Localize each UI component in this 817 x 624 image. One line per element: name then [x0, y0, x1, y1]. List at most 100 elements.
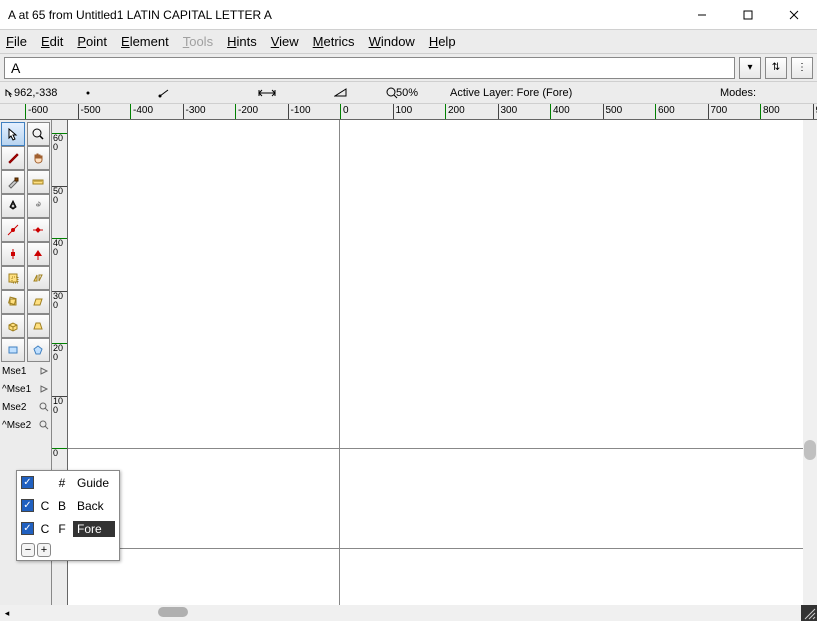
corner-point-tool[interactable]	[1, 242, 25, 266]
knife-tool[interactable]	[1, 170, 25, 194]
ruler-h-tick: -100	[291, 105, 311, 116]
hand-tool[interactable]	[27, 146, 51, 170]
glyph-updown-button[interactable]: ⇅	[765, 57, 787, 79]
layer-cubic-label: C	[39, 499, 51, 513]
spiro-tool[interactable]	[27, 194, 51, 218]
layer-name[interactable]: Back	[73, 498, 115, 514]
add-layer-button[interactable]: +	[37, 543, 51, 557]
scrollbar-h-thumb[interactable]	[158, 607, 188, 617]
ruler-h-tick: 600	[658, 105, 675, 116]
menu-file[interactable]: File	[6, 34, 27, 49]
maximize-button[interactable]	[725, 0, 771, 29]
layer-visible-checkbox[interactable]: ✓	[21, 499, 34, 512]
remove-layer-button[interactable]: −	[21, 543, 35, 557]
polygon-tool[interactable]	[27, 338, 51, 362]
layer-type-label: B	[56, 499, 68, 513]
menu-window[interactable]: Window	[369, 34, 415, 49]
mouse-binding-2[interactable]: Mse2	[0, 398, 51, 416]
active-layer-label: Active Layer: Fore (Fore)	[450, 87, 572, 99]
ruler-tool[interactable]	[27, 170, 51, 194]
resize-grip[interactable]	[801, 605, 817, 621]
ruler-horizontal: -600-500-400-300-200-1000100200300400500…	[0, 104, 817, 120]
angle-icon	[158, 88, 170, 98]
ruler-h-tick: 800	[763, 105, 780, 116]
scale-tool[interactable]	[1, 266, 25, 290]
menu-element[interactable]: Element	[121, 34, 169, 49]
menu-tools: Tools	[183, 34, 213, 49]
ruler-h-tick: -400	[133, 105, 153, 116]
menu-edit[interactable]: Edit	[41, 34, 63, 49]
menu-point[interactable]: Point	[77, 34, 107, 49]
glyph-canvas[interactable]	[68, 120, 817, 605]
modes-label: Modes:	[720, 87, 756, 99]
ruler-h-tick: 100	[396, 105, 413, 116]
ruler-h-tick: 0	[343, 105, 349, 116]
tangent-point-tool[interactable]	[27, 242, 51, 266]
scroll-left-arrow[interactable]: ◂	[0, 606, 14, 620]
glyph-name-row: ▾ ⇅ ⋮	[0, 54, 817, 82]
ruler-h-tick: 500	[606, 105, 623, 116]
ruler-h-tick: -500	[81, 105, 101, 116]
zoom-label: 50%	[396, 87, 418, 99]
rotate-tool[interactable]	[1, 290, 25, 314]
ruler-h-tick: 700	[711, 105, 728, 116]
ruler-h-tick: -300	[186, 105, 206, 116]
menu-view[interactable]: View	[271, 34, 299, 49]
slope-icon	[334, 88, 348, 98]
scrollbar-v-thumb[interactable]	[804, 440, 816, 460]
layer-name[interactable]: Fore	[73, 521, 115, 537]
coords-label: 962,-338	[14, 87, 57, 99]
mouse-binding-ctrl2[interactable]: ^Mse2	[0, 416, 51, 434]
main-area: Mse1 ^Mse1 Mse2 ^Mse2 600500400300200100…	[0, 120, 817, 605]
origin-vertical-line	[339, 120, 340, 605]
close-button[interactable]	[771, 0, 817, 29]
ruler-h-tick: -600	[28, 105, 48, 116]
layer-visible-checkbox[interactable]: ✓	[21, 522, 34, 535]
hvcurve-point-tool[interactable]	[27, 218, 51, 242]
layer-row-guide[interactable]: ✓#Guide	[17, 471, 119, 494]
pen-tool[interactable]	[1, 194, 25, 218]
ruler-h-tick: 200	[448, 105, 465, 116]
layer-type-label: F	[56, 522, 68, 536]
rect-tool[interactable]	[1, 338, 25, 362]
ruler-v-tick: 600	[53, 134, 67, 152]
layer-visible-checkbox[interactable]: ✓	[21, 476, 34, 489]
window-title: A at 65 from Untitled1 LATIN CAPITAL LET…	[8, 8, 679, 22]
ruler-v-tick: 300	[53, 292, 67, 310]
glyph-dropdown-button[interactable]: ▾	[739, 57, 761, 79]
perspective-tool[interactable]	[27, 314, 51, 338]
point-icon	[84, 89, 92, 97]
skew-tool[interactable]	[27, 290, 51, 314]
scrollbar-horizontal[interactable]: ◂ ▸	[0, 605, 817, 621]
menu-metrics[interactable]: Metrics	[313, 34, 355, 49]
menu-bar: File Edit Point Element Tools Hints View Metric…	[0, 30, 817, 54]
minimize-button[interactable]	[679, 0, 725, 29]
scrollbar-vertical[interactable]	[803, 120, 817, 605]
window-controls	[679, 0, 817, 29]
magnify-tool[interactable]	[27, 122, 51, 146]
glyph-name-input[interactable]	[4, 57, 735, 79]
ruler-h-tick: 400	[553, 105, 570, 116]
layer-name[interactable]: Guide	[73, 475, 115, 491]
menu-help[interactable]: Help	[429, 34, 456, 49]
ruler-v-tick: 0	[53, 449, 67, 458]
window-titlebar: A at 65 from Untitled1 LATIN CAPITAL LET…	[0, 0, 817, 30]
info-bar: 962,-338 50% Active Layer: Fore (Fore) M…	[0, 82, 817, 104]
flip-tool[interactable]	[27, 266, 51, 290]
width-icon	[258, 88, 276, 98]
info-arrow-icon	[4, 88, 14, 98]
ruler-h-tick: -200	[238, 105, 258, 116]
layer-row-back[interactable]: ✓ CB Back	[17, 494, 119, 517]
layers-panel: ✓#Guide✓CBBack✓CFFore−+	[16, 470, 120, 561]
layer-row-fore[interactable]: ✓CFFore	[17, 517, 119, 540]
pointer-tool[interactable]	[1, 122, 25, 146]
descender-line	[68, 548, 817, 549]
menu-hints[interactable]: Hints	[227, 34, 257, 49]
ruler-v-tick: 100	[53, 397, 67, 415]
freehand-tool[interactable]	[1, 146, 25, 170]
curve-point-tool[interactable]	[1, 218, 25, 242]
mouse-binding-1[interactable]: Mse1	[0, 362, 51, 380]
3d-rotate-tool[interactable]	[1, 314, 25, 338]
mouse-binding-ctrl1[interactable]: ^Mse1	[0, 380, 51, 398]
glyph-menu-button[interactable]: ⋮	[791, 57, 813, 79]
